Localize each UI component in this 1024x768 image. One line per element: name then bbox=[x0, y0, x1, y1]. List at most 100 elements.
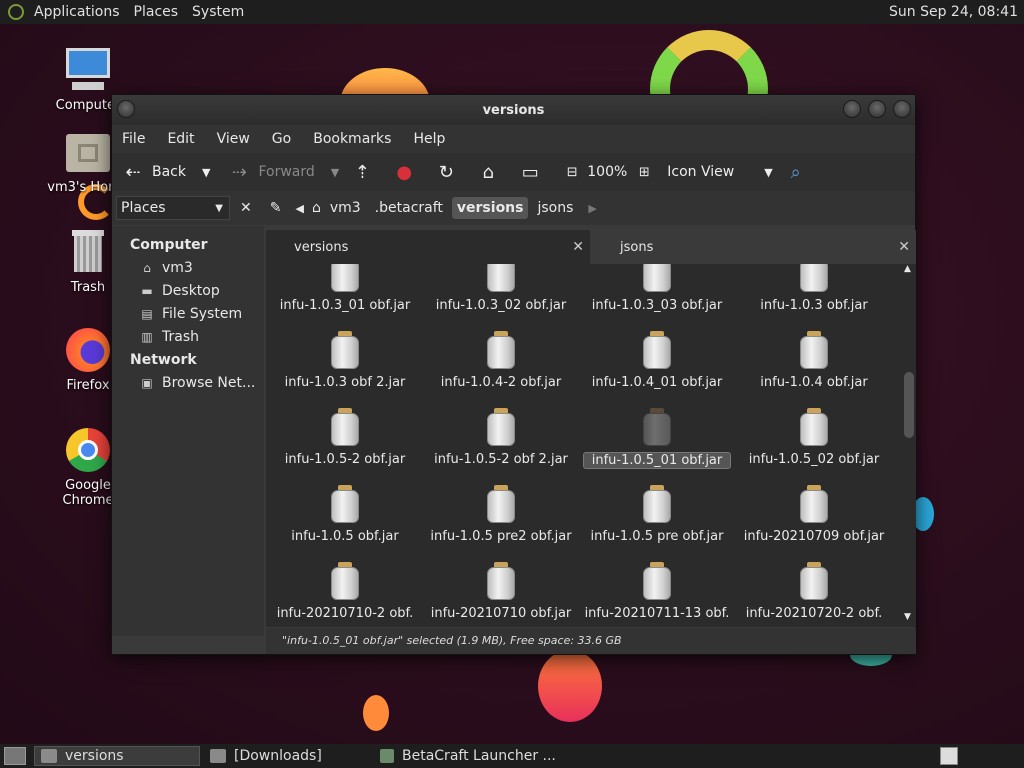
breadcrumb-left-arrow-icon[interactable]: ◀ bbox=[295, 202, 303, 215]
taskbar-item-betacraft[interactable]: BetaCraft Launcher ... bbox=[374, 746, 574, 766]
sidebar-item-browse-network[interactable]: ▣ Browse Net... bbox=[112, 372, 264, 395]
zoom-in-button[interactable]: ⊞ bbox=[633, 161, 655, 183]
sidebar-section-computer: Computer bbox=[130, 237, 208, 253]
file-item[interactable]: infu-1.0.4 obf.jar bbox=[736, 331, 892, 390]
file-item[interactable]: infu-1.0.5-2 obf.jar bbox=[267, 408, 423, 467]
toggle-location-entry-icon[interactable]: ✎ bbox=[270, 200, 282, 216]
file-item[interactable]: infu-1.0.5 pre obf.jar bbox=[579, 485, 735, 544]
file-item[interactable]: infu-20210711-13 obf. bbox=[579, 562, 735, 621]
distro-logo-icon[interactable] bbox=[8, 4, 24, 20]
chevron-down-icon: ▼ bbox=[215, 202, 223, 214]
decoration-ball bbox=[363, 695, 389, 731]
scroll-down-icon[interactable]: ▼ bbox=[904, 612, 911, 622]
breadcrumb-betacraft[interactable]: .betacraft bbox=[370, 197, 448, 219]
menu-go[interactable]: Go bbox=[272, 131, 291, 147]
file-name: infu-20210710-2 obf. bbox=[276, 606, 414, 621]
search-button[interactable]: ⌕ bbox=[785, 161, 815, 183]
folder-icon bbox=[210, 749, 226, 763]
minimize-button[interactable] bbox=[843, 100, 861, 118]
system-menu[interactable]: System bbox=[192, 4, 244, 20]
drive-icon: ▤ bbox=[141, 307, 153, 321]
file-item[interactable]: infu-1.0.5-2 obf 2.jar bbox=[423, 408, 579, 467]
view-mode-select[interactable]: Icon View ▼ bbox=[667, 164, 772, 180]
back-history-dropdown-icon[interactable]: ▼ bbox=[202, 166, 210, 179]
file-item[interactable]: infu-20210709 obf.jar bbox=[736, 485, 892, 544]
places-menu[interactable]: Places bbox=[134, 4, 179, 20]
close-button[interactable] bbox=[893, 100, 911, 118]
jar-file-icon bbox=[329, 485, 361, 523]
zoom-level[interactable]: 100% bbox=[587, 164, 627, 180]
file-item[interactable]: infu-1.0.3_01 obf.jar bbox=[267, 264, 423, 313]
jar-file-icon bbox=[798, 485, 830, 523]
menu-edit[interactable]: Edit bbox=[167, 131, 194, 147]
close-tab-icon[interactable]: ✕ bbox=[572, 239, 584, 255]
menu-file[interactable]: File bbox=[122, 131, 145, 147]
scrollbar-thumb[interactable] bbox=[904, 372, 914, 438]
sidebar-item-label: File System bbox=[162, 306, 243, 322]
stop-button[interactable]: ● bbox=[393, 161, 423, 183]
file-item[interactable]: infu-20210710-2 obf. bbox=[267, 562, 423, 621]
sidebar-item-label: Browse Net... bbox=[162, 375, 256, 391]
file-item[interactable]: infu-1.0.5_01 obf.jar bbox=[579, 408, 735, 469]
file-item[interactable]: infu-1.0.5 obf.jar bbox=[267, 485, 423, 544]
scroll-up-icon[interactable]: ▲ bbox=[904, 264, 911, 274]
window-menu-button[interactable] bbox=[117, 100, 135, 118]
tab-versions[interactable]: versions ✕ bbox=[266, 230, 590, 264]
sidebar-places-select[interactable]: Places ▼ bbox=[116, 196, 230, 220]
clock[interactable]: Sun Sep 24, 08:41 bbox=[889, 4, 1018, 20]
computer-button[interactable]: ▭ bbox=[519, 161, 549, 183]
menu-view[interactable]: View bbox=[217, 131, 250, 147]
breadcrumb-jsons[interactable]: jsons bbox=[532, 197, 578, 219]
file-name: infu-1.0.5_01 obf.jar bbox=[582, 452, 732, 469]
window-titlebar[interactable]: versions bbox=[112, 95, 915, 125]
file-item[interactable]: infu-1.0.3_03 obf.jar bbox=[579, 264, 735, 313]
zoom-out-button[interactable]: ⊟ bbox=[561, 161, 583, 183]
forward-button[interactable]: ⇢ Forward ▼ bbox=[228, 161, 339, 183]
vertical-scrollbar[interactable]: ▲ ▼ bbox=[902, 264, 916, 622]
taskbar-item-versions[interactable]: versions bbox=[34, 746, 200, 766]
file-name: infu-1.0.4_01 obf.jar bbox=[591, 375, 723, 390]
sidebar-item-file-system[interactable]: ▤ File System bbox=[112, 303, 264, 326]
show-desktop-icon[interactable] bbox=[4, 747, 26, 765]
file-name: infu-1.0.5 pre2 obf.jar bbox=[430, 529, 572, 544]
reload-button[interactable]: ↻ bbox=[435, 161, 465, 183]
file-item[interactable]: infu-20210720-2 obf. bbox=[736, 562, 892, 621]
up-button[interactable]: ⇡ bbox=[351, 161, 381, 183]
menu-help[interactable]: Help bbox=[413, 131, 445, 147]
workspace-switcher[interactable] bbox=[940, 747, 958, 765]
forward-label: Forward bbox=[258, 164, 315, 180]
sidebar-item-desktop[interactable]: ▬ Desktop bbox=[112, 280, 264, 303]
jar-file-icon bbox=[641, 562, 673, 600]
sidebar-item-vm3[interactable]: ⌂ vm3 bbox=[112, 257, 264, 280]
reload-icon: ↻ bbox=[438, 161, 454, 183]
view-mode-label: Icon View bbox=[667, 164, 735, 180]
breadcrumb-right-arrow-icon[interactable]: ▶ bbox=[588, 202, 596, 215]
file-item[interactable]: infu-1.0.3 obf 2.jar bbox=[267, 331, 423, 390]
taskbar-item-downloads[interactable]: [Downloads] bbox=[204, 746, 370, 766]
forward-history-dropdown-icon[interactable]: ▼ bbox=[331, 166, 339, 179]
close-tab-icon[interactable]: ✕ bbox=[898, 239, 910, 255]
computer-icon bbox=[64, 46, 112, 94]
applications-menu[interactable]: Applications bbox=[34, 4, 120, 20]
maximize-button[interactable] bbox=[868, 100, 886, 118]
home-folder-icon bbox=[64, 128, 112, 176]
menu-bookmarks[interactable]: Bookmarks bbox=[313, 131, 391, 147]
file-item[interactable]: infu-1.0.4-2 obf.jar bbox=[423, 331, 579, 390]
sidebar-item-label: Desktop bbox=[162, 283, 220, 299]
file-name: infu-20210711-13 obf. bbox=[584, 606, 730, 621]
breadcrumb-versions[interactable]: versions bbox=[451, 197, 529, 219]
sidebar-item-trash[interactable]: ▥ Trash bbox=[112, 326, 264, 349]
file-name: infu-1.0.3_01 obf.jar bbox=[279, 298, 411, 313]
file-item[interactable]: infu-1.0.5 pre2 obf.jar bbox=[423, 485, 579, 544]
jar-file-icon bbox=[798, 331, 830, 369]
file-item[interactable]: infu-20210710 obf.jar bbox=[423, 562, 579, 621]
breadcrumb-vm3[interactable]: vm3 bbox=[325, 197, 366, 219]
close-sidebar-icon[interactable]: ✕ bbox=[240, 200, 252, 216]
back-button[interactable]: ⇠ Back ▼ bbox=[122, 161, 210, 183]
home-button[interactable]: ⌂ bbox=[477, 161, 507, 183]
file-item[interactable]: infu-1.0.3_02 obf.jar bbox=[423, 264, 579, 313]
file-item[interactable]: infu-1.0.4_01 obf.jar bbox=[579, 331, 735, 390]
tab-jsons[interactable]: jsons ✕ bbox=[590, 230, 916, 264]
file-item[interactable]: infu-1.0.5_02 obf.jar bbox=[736, 408, 892, 467]
file-item[interactable]: infu-1.0.3 obf.jar bbox=[736, 264, 892, 313]
